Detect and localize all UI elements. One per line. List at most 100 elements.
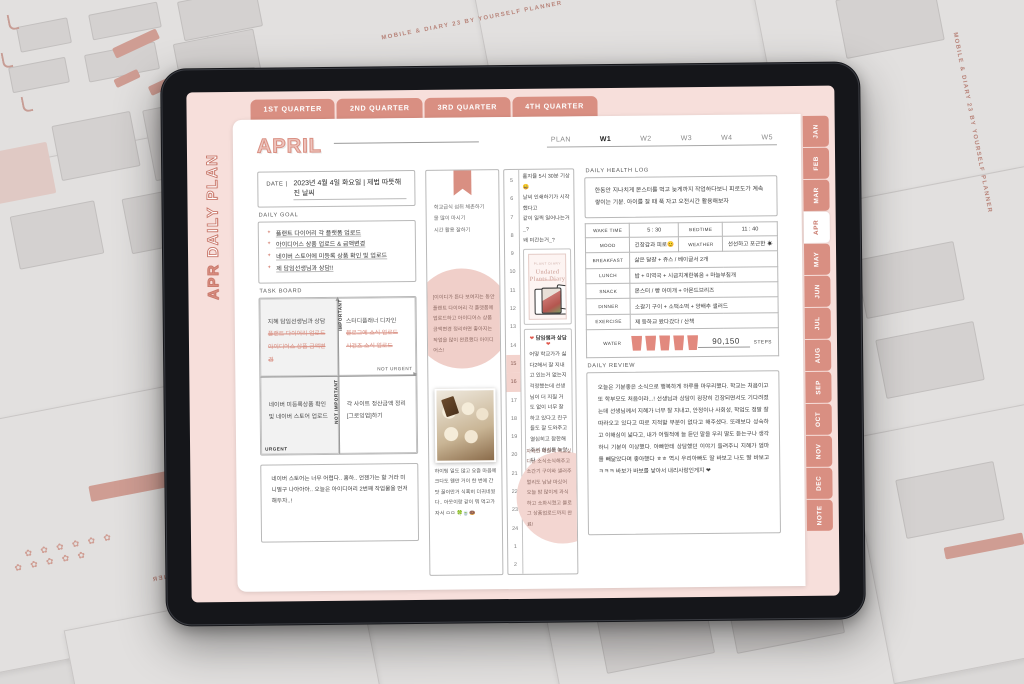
product-image: PLANT DIARY Undated Plants Diary — [528, 253, 568, 320]
goal-item[interactable]: 제 담임선생님과 상담!! — [267, 262, 407, 275]
memo-line: 학교급식 섭취 체촌하기 — [433, 204, 485, 211]
task-item[interactable]: 각 사이트 정산금액 정리 — [347, 398, 409, 411]
task-item[interactable]: 사건즈 소식 업로드 — [346, 340, 408, 353]
exercise-label: EXERCISE — [586, 313, 631, 330]
column-right: DAILY HEALTH LOG 한동안 지나치게 몬스터를 먹고 늦게까지 작… — [584, 166, 781, 574]
bedtime-label: BEDTIME — [678, 222, 723, 237]
task-item[interactable]: 및 네이버 스토어 업로드 — [269, 411, 331, 424]
health-note-box[interactable]: 한동안 지나치게 몬스터를 먹고 늦게까지 작업하다보니 피로도가 계속 쌓이는… — [584, 174, 778, 219]
photo-caption: 하이팅 일도 많고 요즘 마음에 크다도 웬만 거이 한 번에 간맛 꿀이만거 … — [434, 468, 497, 517]
photo-cupcakes[interactable] — [434, 388, 497, 463]
snack-label: SNACK — [586, 283, 631, 300]
product-subtitle: PLANT DIARY — [533, 261, 562, 266]
steps-value[interactable]: 90,150 — [698, 336, 750, 349]
hour-label: 10 — [509, 269, 516, 276]
timeline-entry-line: 왜 미간는거_? — [523, 237, 555, 244]
week-option-w4[interactable]: W4 — [721, 135, 732, 142]
health-log-table[interactable]: WAKE TIME 5 : 30 BEDTIME 11 : 40 MOOD 긴장… — [585, 222, 779, 331]
table-row[interactable]: EXERCISE 제 등하교 왔다갔다 / 산책 — [586, 312, 779, 330]
weather-value[interactable]: 선선하고 포근한 ☀ — [722, 235, 778, 252]
month-tab-jul[interactable]: JUL — [804, 307, 831, 339]
month-tabs[interactable]: JAN FEB MAR APR MAY JUN JUL AUG SEP OCT … — [802, 115, 833, 531]
exercise-value[interactable]: 제 등하교 왔다갔다 / 산책 — [630, 312, 779, 330]
memo-blob-text: [이이디가 튼다 보여지는 동안 플랜트 다이어리 각 플랫폼에 업로드하고 아… — [432, 294, 495, 355]
water-cups[interactable] — [631, 335, 698, 351]
week-selector[interactable]: PLAN W1 W2 W3 W4 W5 — [546, 134, 777, 148]
lunch-label: LUNCH — [586, 267, 631, 284]
week-option-w5[interactable]: W5 — [762, 134, 773, 141]
steps-field[interactable]: 90,150 STEPS — [698, 336, 772, 349]
month-tab-feb[interactable]: FEB — [802, 147, 830, 179]
mood-value[interactable]: 긴장감과 피로😊 — [629, 236, 679, 253]
quarter-tab-2[interactable]: 2ND QUARTER — [336, 97, 423, 119]
task-item[interactable]: 스터디플래너 디자인 — [346, 315, 408, 328]
month-tab-mar[interactable]: MAR — [803, 179, 830, 211]
memo-line: 시간 활용 잘하기 — [433, 227, 471, 234]
week-option-plan[interactable]: PLAN — [551, 136, 571, 143]
task-item[interactable]: 네이버 미등록상품 확인 — [269, 398, 331, 411]
water-cup-icon[interactable] — [687, 335, 698, 350]
week-option-w2[interactable]: W2 — [640, 136, 651, 143]
month-tab-jun[interactable]: JUN — [804, 275, 831, 307]
snack-value[interactable]: 몬스터 / 빵 아미개 + 아몬드브리즈 — [630, 281, 779, 299]
water-cup-icon[interactable] — [645, 336, 656, 351]
daily-goal-label: DAILY GOAL — [258, 212, 299, 219]
hour-label: 12 — [509, 306, 516, 313]
product-card[interactable]: PLANT DIARY Undated Plants Diary — [523, 248, 573, 326]
quarter-tab-4[interactable]: 4TH QUARTER — [512, 96, 598, 117]
bottom-note-box[interactable]: 네이버 스토어는 너무 어렵다.. 흠하.. 언젠가는 할 거라 미니멀구 나아… — [260, 462, 420, 543]
hour-label: 8 — [510, 232, 514, 239]
side-tab-apr-daily-plan[interactable]: APR DAILY PLAN — [197, 124, 229, 329]
bottom-note-text: 네이버 스토어는 너무 어렵다.. 흠하.. 언젠가는 할 거라 미니멀구 나아… — [271, 474, 408, 505]
month-tab-oct[interactable]: OCT — [805, 403, 832, 435]
month-tab-aug[interactable]: AUG — [804, 339, 832, 371]
water-cup-icon[interactable] — [631, 336, 642, 351]
quarter-tab-1[interactable]: 1ST QUARTER — [250, 98, 336, 120]
quadrant-not-important-not-urgent[interactable]: 각 사이트 정산금액 정리 [그로잉업]하기 — [338, 374, 418, 454]
dinner-value[interactable]: 소갈기 구이 + 소떡소떡 + 양배추 샐러드 — [630, 297, 779, 314]
water-cup-icon[interactable] — [659, 335, 670, 350]
task-item[interactable]: 지혜 담임선생님과 상담 — [268, 315, 330, 328]
quadrant-not-important-urgent[interactable]: 네이버 미등록상품 확인 및 네이버 스토어 업로드 — [260, 375, 340, 455]
column-left: DATE | 2023년 4월 4일 화요일 | 제법 따뜻해진 날씨 DAIL… — [257, 170, 420, 578]
daily-goal-box[interactable]: 플랜트 다이어리 각 플랫폼 업로드 아이디어스 상품 업로드 & 금액변경 네… — [257, 219, 417, 284]
date-field[interactable]: DATE | 2023년 4월 4일 화요일 | 제법 따뜻해진 날씨 — [257, 170, 416, 208]
breakfast-value[interactable]: 삶은 달걀 + 쥬스 / 베이글서 2개 — [629, 250, 778, 268]
bedtime-value[interactable]: 11 : 40 — [722, 222, 778, 237]
timeline-entry-line: 같이 일찍 일어나는거_? — [522, 215, 570, 233]
quadrant-important-urgent[interactable]: 지혜 담임선생님과 상담 플랜트 다이어리 업로드 아이디어스 상품 금액변경 — [259, 297, 339, 377]
daily-review-text: 오늘은 기분좋은 소식으로 행복하게 하루를 마무리했다. 학교는 처음이고 또… — [597, 382, 770, 476]
month-tab-sep[interactable]: SEP — [805, 371, 832, 403]
timeline-panel[interactable]: 5 6 7 8 9 10 11 12 13 14 15 16 17 18 19 … — [503, 168, 579, 576]
task-board-matrix[interactable]: 지혜 담임선생님과 상담 플랜트 다이어리 업로드 아이디어스 상품 금액변경 … — [258, 295, 419, 456]
month-tab-apr[interactable]: APR — [803, 211, 830, 243]
hour-label: 24 — [512, 525, 519, 532]
hour-label: 18 — [510, 415, 518, 422]
task-item[interactable]: 아이디어스 상품 금액변경 — [268, 341, 330, 367]
memo-panel[interactable]: 학교급식 섭취 체촌하기 물 많이 마시기 시간 활용 잘하기 [이이디가 튼다… — [425, 169, 504, 576]
axis-label-not-important: NOT IMPORTANT — [333, 378, 339, 424]
quarter-tab-3[interactable]: 3RD QUARTER — [424, 97, 511, 118]
quadrant-important-not-urgent[interactable]: 스터디플래너 디자인 블로그에 소식 업로드 사건즈 소식 업로드 — [337, 296, 417, 376]
heart-icon: ❤ — [529, 335, 535, 342]
lunch-value[interactable]: 밥 + 미역국 + 시금치계란볶음 + 마늘부침개 — [630, 266, 778, 284]
water-steps-row[interactable]: WATER 90,150 STEPS — [586, 328, 780, 359]
water-cup-icon[interactable] — [673, 335, 684, 350]
month-tab-nov[interactable]: NOV — [805, 435, 833, 467]
task-item[interactable]: [그로잉업]하기 — [347, 410, 409, 423]
week-option-w3[interactable]: W3 — [681, 135, 692, 142]
daily-review-box[interactable]: 오늘은 기분좋은 소식으로 행복하게 하루를 마무리했다. 학교는 처음이고 또… — [586, 369, 781, 535]
wake-time-value[interactable]: 5 : 30 — [629, 223, 679, 238]
task-item[interactable]: 블로그에 소식 업로드 — [346, 327, 408, 340]
month-tab-note[interactable]: NOTE — [806, 499, 833, 531]
week-option-w1[interactable]: W1 — [600, 136, 611, 143]
month-tab-dec[interactable]: DEC — [806, 467, 833, 499]
timeline-entries[interactable]: 홀지율 5시 30분 기상😄 날씨 인쇄하기가 시작했다고 같이 일찍 일어나는… — [516, 169, 579, 574]
task-item[interactable]: 플랜트 다이어리 업로드 — [268, 328, 330, 341]
hour-label: 20 — [511, 452, 518, 459]
heart-icon: ❤ — [545, 341, 551, 348]
product-title: Undated Plants Diary — [530, 268, 566, 283]
month-tab-jan[interactable]: JAN — [802, 115, 829, 147]
month-tab-may[interactable]: MAY — [803, 243, 831, 275]
date-value[interactable]: 2023년 4월 4일 화요일 | 제법 따뜻해진 날씨 — [293, 177, 407, 201]
